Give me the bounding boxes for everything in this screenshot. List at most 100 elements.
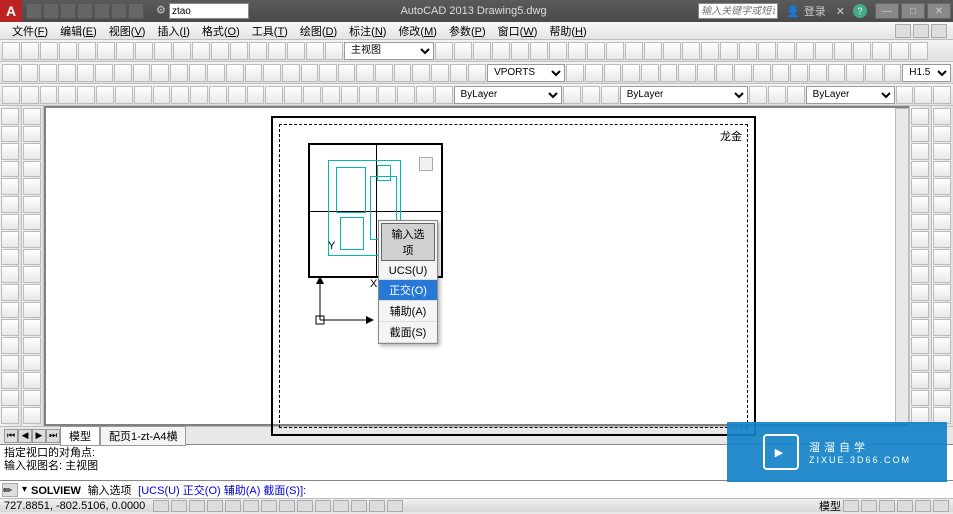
- qat-print-icon[interactable]: [94, 3, 110, 19]
- draw-l2-button-10[interactable]: [23, 284, 41, 301]
- status-annoscale-icon[interactable]: [843, 500, 859, 512]
- mdi-restore-button[interactable]: [913, 24, 929, 38]
- popup-item-2[interactable]: 辅助(A): [379, 301, 437, 322]
- std2-button-12[interactable]: [663, 42, 681, 60]
- std-button-3[interactable]: [59, 42, 77, 60]
- prop-button-8[interactable]: [153, 86, 171, 104]
- std2-button-14[interactable]: [701, 42, 719, 60]
- std-button-13[interactable]: [249, 42, 267, 60]
- lay-button-2[interactable]: [39, 64, 57, 82]
- mdi-close-button[interactable]: [931, 24, 947, 38]
- workspace-switcher[interactable]: ⚙: [156, 3, 249, 19]
- lay2-button-13[interactable]: [809, 64, 827, 82]
- lay-button-14[interactable]: [263, 64, 281, 82]
- std-button-0[interactable]: [2, 42, 20, 60]
- lay-button-4[interactable]: [77, 64, 95, 82]
- mod-r1-button-0[interactable]: [911, 108, 929, 125]
- status-toggle-4[interactable]: [225, 500, 241, 512]
- std2-button-22[interactable]: [853, 42, 871, 60]
- prop-button-4[interactable]: [77, 86, 95, 104]
- maximize-button[interactable]: □: [901, 3, 925, 19]
- prop-extra-color-dropdown-0[interactable]: [749, 86, 767, 104]
- menu-n[interactable]: 标注(N): [343, 23, 392, 39]
- status-toggle-1[interactable]: [171, 500, 187, 512]
- mod-r2-button-10[interactable]: [933, 284, 951, 301]
- draw-l1-button-2[interactable]: [1, 143, 19, 160]
- draw-l2-button-9[interactable]: [23, 266, 41, 283]
- lay-button-0[interactable]: [2, 64, 20, 82]
- lay-button-15[interactable]: [282, 64, 300, 82]
- draw-l1-button-5[interactable]: [1, 196, 19, 213]
- exchange-icon[interactable]: ✕: [836, 5, 845, 18]
- menu-h[interactable]: 帮助(H): [543, 23, 592, 39]
- draw-l1-button-6[interactable]: [1, 214, 19, 231]
- command-line[interactable]: ✏ ▾ SOLVIEW 输入选项 [UCS(U) 正交(O) 辅助(A) 截面(…: [0, 480, 953, 498]
- lay-button-8[interactable]: [151, 64, 169, 82]
- menu-e[interactable]: 编辑(E): [54, 23, 103, 39]
- std-button-10[interactable]: [192, 42, 210, 60]
- status-toggle-3[interactable]: [207, 500, 223, 512]
- mdi-minimize-button[interactable]: [895, 24, 911, 38]
- menu-o[interactable]: 格式(O): [196, 23, 246, 39]
- mod-r1-button-3[interactable]: [911, 161, 929, 178]
- draw-l2-button-8[interactable]: [23, 249, 41, 266]
- mod-r2-button-6[interactable]: [933, 214, 951, 231]
- std-button-16[interactable]: [306, 42, 324, 60]
- signin-area[interactable]: 👤 登录 ✕ ?: [786, 3, 867, 19]
- std2-button-1[interactable]: [454, 42, 472, 60]
- lay2-button-11[interactable]: [772, 64, 790, 82]
- mod-r2-button-12[interactable]: [933, 319, 951, 336]
- std2-button-24[interactable]: [891, 42, 909, 60]
- mod-r2-button-3[interactable]: [933, 161, 951, 178]
- lay-button-19[interactable]: [356, 64, 374, 82]
- mod-r1-button-14[interactable]: [911, 355, 929, 372]
- prop-button-12[interactable]: [228, 86, 246, 104]
- prop-button-9[interactable]: [171, 86, 189, 104]
- lay2-button-14[interactable]: [828, 64, 846, 82]
- lay-button-24[interactable]: [450, 64, 468, 82]
- status-isolate-icon[interactable]: [915, 500, 931, 512]
- std2-button-25[interactable]: [910, 42, 928, 60]
- mod-r1-button-8[interactable]: [911, 249, 929, 266]
- std2-button-18[interactable]: [777, 42, 795, 60]
- draw-l2-button-15[interactable]: [23, 372, 41, 389]
- std2-button-15[interactable]: [720, 42, 738, 60]
- draw-l2-button-6[interactable]: [23, 214, 41, 231]
- status-toggle-6[interactable]: [261, 500, 277, 512]
- status-toggle-9[interactable]: [315, 500, 331, 512]
- lay2-button-4[interactable]: [641, 64, 659, 82]
- menu-p[interactable]: 参数(P): [443, 23, 492, 39]
- mod-r2-button-16[interactable]: [933, 390, 951, 407]
- mod-r2-button-13[interactable]: [933, 337, 951, 354]
- std-button-2[interactable]: [40, 42, 58, 60]
- std-button-5[interactable]: [97, 42, 115, 60]
- mod-r1-button-16[interactable]: [911, 390, 929, 407]
- lay2-button-9[interactable]: [734, 64, 752, 82]
- menu-m[interactable]: 修改(M): [392, 23, 443, 39]
- mod-r2-button-7[interactable]: [933, 231, 951, 248]
- status-toggle-11[interactable]: [351, 500, 367, 512]
- draw-l1-button-11[interactable]: [1, 302, 19, 319]
- draw-l2-button-1[interactable]: [23, 126, 41, 143]
- draw-l2-button-14[interactable]: [23, 355, 41, 372]
- lay2-button-7[interactable]: [697, 64, 715, 82]
- std-button-15[interactable]: [287, 42, 305, 60]
- lay-button-23[interactable]: [431, 64, 449, 82]
- mod-r2-button-14[interactable]: [933, 355, 951, 372]
- lay2-button-0[interactable]: [566, 64, 584, 82]
- draw-l2-button-5[interactable]: [23, 196, 41, 213]
- lay-button-11[interactable]: [207, 64, 225, 82]
- status-toggle-7[interactable]: [279, 500, 295, 512]
- std2-button-3[interactable]: [492, 42, 510, 60]
- std-button-12[interactable]: [230, 42, 248, 60]
- linescale-dropdown[interactable]: H1.5: [902, 64, 951, 82]
- prop-button-19[interactable]: [359, 86, 377, 104]
- std2-button-9[interactable]: [606, 42, 624, 60]
- lay2-button-16[interactable]: [865, 64, 883, 82]
- qat-undo-icon[interactable]: [111, 3, 127, 19]
- std2-button-13[interactable]: [682, 42, 700, 60]
- lay-button-13[interactable]: [245, 64, 263, 82]
- draw-l1-button-9[interactable]: [1, 266, 19, 283]
- app-logo[interactable]: A: [0, 0, 22, 22]
- draw-l2-button-2[interactable]: [23, 143, 41, 160]
